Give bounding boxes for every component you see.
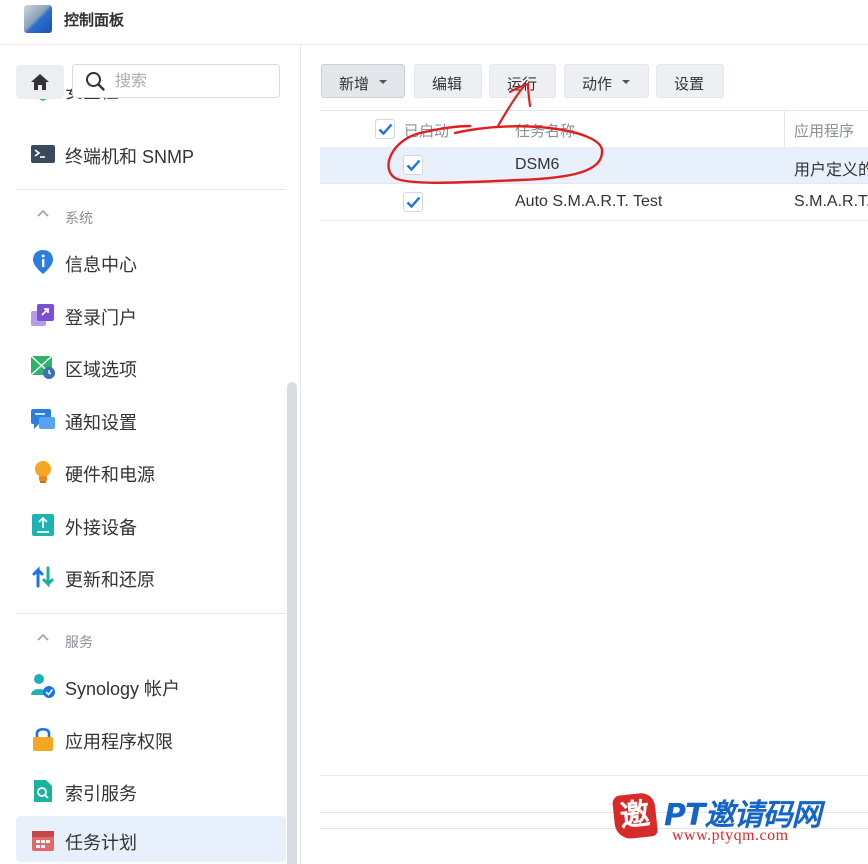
terminal-icon (30, 141, 56, 167)
indexing-icon (30, 778, 56, 804)
sidebar-item-update-restore[interactable]: 更新和还原 (16, 553, 286, 599)
table-row[interactable]: Auto S.M.A.R.T. Test S.M.A.R.T. (320, 184, 868, 221)
main-panel: 新增 编辑 运行 动作 设置 已启动 任务名称 应用程序 DSM6 用户定义的 (301, 44, 868, 864)
sidebar-item-label: Synology 帐户 (65, 679, 181, 699)
lightbulb-icon (30, 459, 56, 485)
login-portal-icon (30, 302, 56, 328)
sidebar-item-hardware-power[interactable]: 硬件和电源 (16, 448, 286, 494)
watermark: 邀 PT邀请码网 www.ptyqm.com (611, 791, 868, 856)
sidebar-item-label: 通知设置 (65, 413, 137, 433)
select-all-checkbox[interactable] (375, 119, 395, 139)
sidebar-item-label: 终端机和 SNMP (65, 147, 195, 167)
column-header-task-name[interactable]: 任务名称 (515, 120, 575, 141)
settings-label: 设置 (674, 76, 705, 93)
search-icon (86, 72, 105, 91)
sidebar-item-synology-account[interactable]: Synology 帐户 (16, 662, 286, 708)
checkmark-icon (406, 196, 421, 209)
info-icon (30, 249, 56, 275)
chevron-up-icon (37, 633, 49, 641)
home-icon (31, 74, 49, 90)
section-header-system[interactable]: 系统 (16, 189, 286, 236)
sidebar-item-app-privileges[interactable]: 应用程序权限 (16, 715, 286, 761)
column-header-application[interactable]: 应用程序 (794, 120, 854, 141)
enabled-checkbox[interactable] (403, 192, 423, 212)
settings-button[interactable]: 设置 (656, 64, 724, 98)
section-title: 服务 (65, 634, 93, 650)
sidebar-item-label: 任务计划 (65, 833, 137, 853)
sidebar-item-label: 信息中心 (65, 255, 137, 275)
sidebar-item-label: 登录门户 (65, 308, 137, 328)
chevron-down-icon (622, 80, 630, 84)
sidebar-item-info-center[interactable]: 信息中心 (16, 238, 286, 284)
action-label: 动作 (582, 76, 613, 93)
table-row[interactable]: DSM6 用户定义的 (320, 147, 868, 184)
edit-button[interactable]: 编辑 (414, 64, 482, 98)
footer-divider (320, 775, 868, 776)
calendar-icon (30, 827, 56, 853)
window-titlebar: 控制面板 (0, 0, 868, 45)
chevron-up-icon (37, 209, 49, 217)
sidebar-scrollbar[interactable] (287, 382, 297, 864)
sidebar-item-label: 应用程序权限 (65, 732, 173, 752)
home-button[interactable] (16, 65, 64, 99)
window-title: 控制面板 (64, 12, 125, 29)
table-header: 已启动 任务名称 应用程序 (320, 110, 868, 148)
application-cell: S.M.A.R.T. (794, 193, 868, 210)
sidebar-item-indexing-service[interactable]: 索引服务 (16, 767, 286, 813)
action-button[interactable]: 动作 (564, 64, 649, 98)
run-label: 运行 (507, 76, 538, 93)
control-panel-icon (24, 5, 52, 33)
enabled-checkbox[interactable] (403, 155, 423, 175)
sidebar-item-label: 区域选项 (65, 360, 137, 380)
section-header-services[interactable]: 服务 (16, 613, 286, 660)
task-name-cell: DSM6 (515, 156, 560, 173)
sidebar-item-login-portal[interactable]: 登录门户 (16, 291, 286, 337)
edit-label: 编辑 (432, 76, 463, 93)
sidebar-item-terminal-snmp[interactable]: 终端机和 SNMP (16, 130, 286, 176)
sidebar-item-label: 外接设备 (65, 518, 137, 538)
lock-icon (30, 726, 56, 752)
run-button[interactable]: 运行 (489, 64, 556, 98)
column-header-enabled[interactable]: 已启动 (404, 120, 449, 141)
sidebar-item-external-devices[interactable]: 外接设备 (16, 501, 286, 547)
external-device-icon (30, 512, 56, 538)
application-cell: 用户定义的 (794, 162, 868, 179)
checkmark-icon (378, 123, 393, 136)
sidebar-item-task-scheduler[interactable]: 任务计划 (16, 816, 286, 862)
chevron-down-icon (379, 80, 387, 84)
user-account-icon (30, 673, 56, 699)
sidebar-item-label: 硬件和电源 (65, 465, 155, 485)
sidebar-item-label: 更新和还原 (65, 570, 155, 590)
create-label: 新增 (339, 76, 370, 93)
update-icon (30, 564, 56, 590)
sidebar-item-label: 索引服务 (65, 784, 137, 804)
create-button[interactable]: 新增 (321, 64, 405, 98)
watermark-url: www.ptyqm.com (672, 827, 789, 844)
search-field[interactable] (72, 64, 280, 98)
regional-options-icon (30, 354, 56, 380)
sidebar: 安全性 终端机和 SNMP 系统 信息中心 登录门户 (0, 44, 301, 864)
column-divider[interactable] (784, 111, 785, 147)
task-name-cell: Auto S.M.A.R.T. Test (515, 193, 663, 210)
section-title: 系统 (65, 210, 93, 226)
watermark-badge: 邀 (611, 791, 659, 841)
search-input[interactable] (113, 71, 267, 93)
sidebar-item-notification[interactable]: 通知设置 (16, 396, 286, 442)
checkmark-icon (406, 159, 421, 172)
notification-icon (30, 407, 56, 433)
sidebar-item-regional-options[interactable]: 区域选项 (16, 343, 286, 389)
